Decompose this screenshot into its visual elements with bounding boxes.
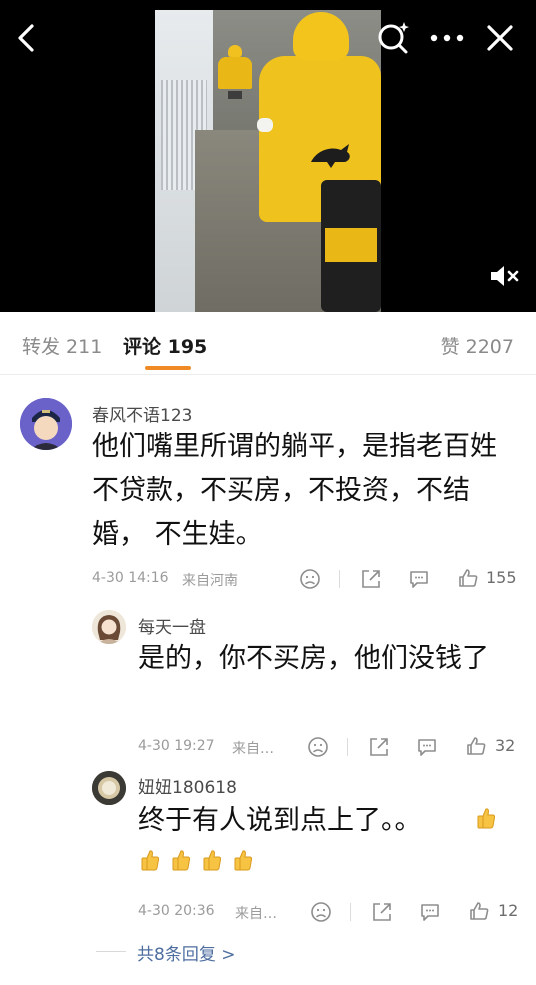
kangaroo-logo bbox=[311, 144, 350, 168]
reply-text: 终于有人说到点上了。。 bbox=[138, 805, 422, 836]
view-all-replies-link[interactable]: 共8条回复 > bbox=[137, 940, 235, 965]
like-count: 155 bbox=[486, 568, 517, 587]
thumbs-up-emoji bbox=[477, 808, 496, 829]
thumbs-up-icon[interactable] bbox=[457, 567, 479, 589]
dislike-face-icon[interactable] bbox=[299, 568, 321, 590]
close-icon[interactable] bbox=[484, 22, 516, 54]
like-count: 32 bbox=[495, 736, 516, 755]
tab-bar: 转发 211 评论 195 赞 2207 bbox=[0, 312, 536, 374]
emoji-row bbox=[140, 849, 264, 872]
action-separator bbox=[339, 570, 340, 588]
dislike-face-icon[interactable] bbox=[310, 901, 332, 923]
video-frame bbox=[155, 10, 381, 312]
tab-comments[interactable]: 评论 195 bbox=[123, 332, 207, 359]
more-icon[interactable] bbox=[426, 22, 468, 52]
emoji-row bbox=[476, 807, 507, 830]
action-separator bbox=[347, 738, 348, 756]
thumbs-up-emoji bbox=[234, 850, 253, 871]
back-icon[interactable] bbox=[14, 22, 40, 54]
share-icon[interactable] bbox=[368, 736, 390, 758]
reply-avatar[interactable] bbox=[92, 771, 126, 805]
tab-repost[interactable]: 转发 211 bbox=[22, 332, 102, 359]
share-icon[interactable] bbox=[360, 568, 382, 590]
star-search-icon[interactable] bbox=[376, 20, 410, 54]
like-count: 12 bbox=[498, 901, 519, 920]
comment-icon[interactable] bbox=[408, 568, 430, 590]
thumbs-up-emoji bbox=[172, 850, 191, 871]
tab-likes[interactable]: 赞 2207 bbox=[441, 332, 514, 359]
comment-time: 4-30 14:16 bbox=[92, 570, 169, 586]
video-player[interactable] bbox=[0, 0, 536, 312]
share-icon[interactable] bbox=[371, 901, 393, 923]
reply-author[interactable]: 妞妞180618 bbox=[138, 773, 237, 798]
reply-time: 4-30 19:27 bbox=[138, 738, 215, 754]
comment-location: 来自河南 bbox=[182, 573, 238, 589]
reply-location: 来自… bbox=[235, 906, 277, 922]
tab-divider bbox=[0, 374, 536, 375]
reply-text: 是的，你不买房，他们没钱了 bbox=[138, 643, 489, 674]
distant-courier bbox=[218, 45, 252, 105]
thumbs-up-icon[interactable] bbox=[465, 735, 487, 757]
reply-avatar[interactable] bbox=[92, 610, 126, 644]
replies-divider bbox=[96, 951, 126, 952]
comment-text: 他们嘴里所谓的躺平，是指老百姓不贷款，不买房，不投资，不结婚， 不生娃。 bbox=[92, 431, 497, 550]
comment-icon[interactable] bbox=[419, 901, 441, 923]
thumbs-up-emoji bbox=[141, 850, 160, 871]
reply-location: 来自… bbox=[232, 741, 274, 757]
comment-author[interactable]: 春风不语123 bbox=[92, 401, 192, 426]
thumbs-up-emoji bbox=[203, 850, 222, 871]
action-separator bbox=[350, 903, 351, 921]
active-tab-indicator bbox=[145, 366, 191, 370]
courier-in-raincoat bbox=[255, 10, 381, 312]
thumbs-up-icon[interactable] bbox=[468, 900, 490, 922]
reply-author[interactable]: 每天一盘 bbox=[138, 613, 206, 638]
mute-icon[interactable] bbox=[488, 262, 522, 290]
avatar[interactable] bbox=[20, 398, 72, 450]
comment-icon[interactable] bbox=[416, 736, 438, 758]
reply-time: 4-30 20:36 bbox=[138, 903, 215, 919]
dislike-face-icon[interactable] bbox=[307, 736, 329, 758]
